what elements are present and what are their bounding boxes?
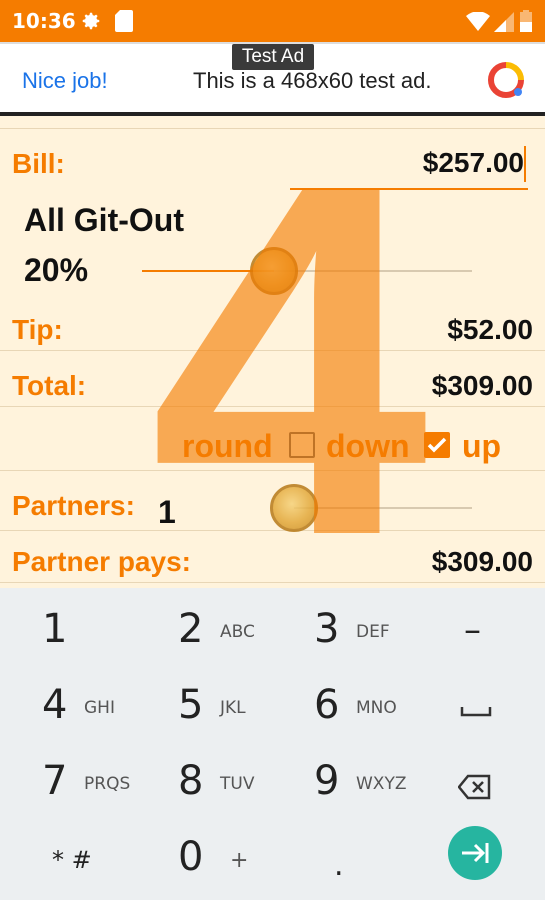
key-letters: GHI — [84, 698, 115, 718]
key-1[interactable]: 1 — [0, 598, 136, 674]
key-star-hash[interactable]: * # — [0, 826, 136, 900]
round-up-label[interactable]: up — [462, 428, 501, 465]
key-7[interactable]: 7 PRQS — [0, 750, 136, 826]
status-bar: 10:36 — [0, 0, 545, 42]
key-4[interactable]: 4 GHI — [0, 674, 136, 750]
bill-input[interactable] — [290, 138, 528, 190]
tip-percent: 20% — [24, 252, 89, 288]
round-up-checkbox[interactable] — [424, 432, 450, 458]
key-backspace[interactable] — [408, 750, 544, 826]
key-2[interactable]: 2 ABC — [136, 598, 272, 674]
key-digit: 1 — [42, 606, 68, 652]
key-digit: 3 — [314, 606, 340, 652]
tip-label: Tip: — [12, 314, 63, 345]
key-letters: DEF — [356, 622, 390, 642]
round-down-label[interactable]: down — [326, 428, 410, 465]
text-caret — [524, 146, 526, 182]
sd-card-icon — [115, 10, 133, 32]
key-minus[interactable]: – — [408, 598, 544, 674]
key-3[interactable]: 3 DEF — [272, 598, 408, 674]
key-digit: 5 — [178, 682, 204, 728]
key-9[interactable]: 9 WXYZ — [272, 750, 408, 826]
key-digit: 6 — [314, 682, 340, 728]
round-down-checkbox[interactable] — [289, 432, 315, 458]
key-digit: 4 — [42, 682, 68, 728]
key-5[interactable]: 5 JKL — [136, 674, 272, 750]
next-button[interactable] — [448, 826, 502, 880]
gear-icon — [82, 12, 100, 30]
key-8[interactable]: 8 TUV — [136, 750, 272, 826]
divider — [0, 350, 545, 351]
key-dot[interactable]: . — [272, 826, 408, 900]
key-letters: + — [230, 848, 249, 873]
key-digit: 2 — [178, 606, 204, 652]
ad-text[interactable]: This is a 468x60 test ad. — [193, 68, 431, 94]
tip-level-name: All Git-Out — [24, 202, 184, 238]
round-label: round — [182, 428, 273, 464]
minus-label: – — [464, 610, 481, 650]
partners-count: 1 — [158, 494, 176, 530]
partner-pays-value: $309.00 — [431, 546, 533, 577]
key-letters: ABC — [220, 622, 255, 642]
key-0[interactable]: 0 + — [136, 826, 272, 900]
key-letters: TUV — [220, 774, 255, 794]
battery-icon — [520, 10, 532, 32]
ad-logo-icon — [488, 62, 524, 98]
divider — [0, 582, 545, 583]
star-hash-label: * # — [52, 846, 92, 874]
ad-badge: Test Ad — [232, 44, 314, 70]
signal-icon — [494, 12, 514, 32]
key-digit: 8 — [178, 758, 204, 804]
divider — [0, 406, 545, 407]
ad-banner[interactable]: Test Ad Nice job! This is a 468x60 test … — [0, 42, 545, 116]
total-value: $309.00 — [431, 370, 533, 401]
key-digit: 9 — [314, 758, 340, 804]
bill-label: Bill: — [12, 148, 65, 179]
divider — [0, 128, 545, 129]
divider — [0, 530, 545, 531]
partners-slider-thumb[interactable] — [270, 484, 318, 532]
key-letters: PRQS — [84, 774, 131, 794]
wifi-icon — [466, 12, 490, 31]
divider — [0, 470, 545, 471]
tip-slider-thumb[interactable] — [250, 247, 298, 295]
key-letters: MNO — [356, 698, 397, 718]
key-6[interactable]: 6 MNO — [272, 674, 408, 750]
status-time: 10:36 — [12, 9, 76, 33]
dot-label: . — [334, 848, 344, 883]
partner-pays-label: Partner pays: — [12, 546, 191, 577]
key-digit: 0 — [178, 834, 204, 880]
key-letters: JKL — [220, 698, 246, 718]
check-icon — [427, 437, 447, 453]
partners-slider-track[interactable] — [294, 507, 472, 509]
backspace-icon — [458, 774, 491, 800]
ad-headline[interactable]: Nice job! — [22, 68, 108, 94]
partners-label: Partners: — [12, 490, 135, 521]
next-field-icon — [462, 843, 489, 863]
total-label: Total: — [12, 370, 87, 401]
key-space[interactable] — [408, 674, 544, 750]
tip-value: $52.00 — [447, 314, 533, 345]
key-letters: WXYZ — [356, 774, 407, 794]
key-digit: 7 — [42, 758, 68, 804]
space-icon — [460, 707, 492, 717]
